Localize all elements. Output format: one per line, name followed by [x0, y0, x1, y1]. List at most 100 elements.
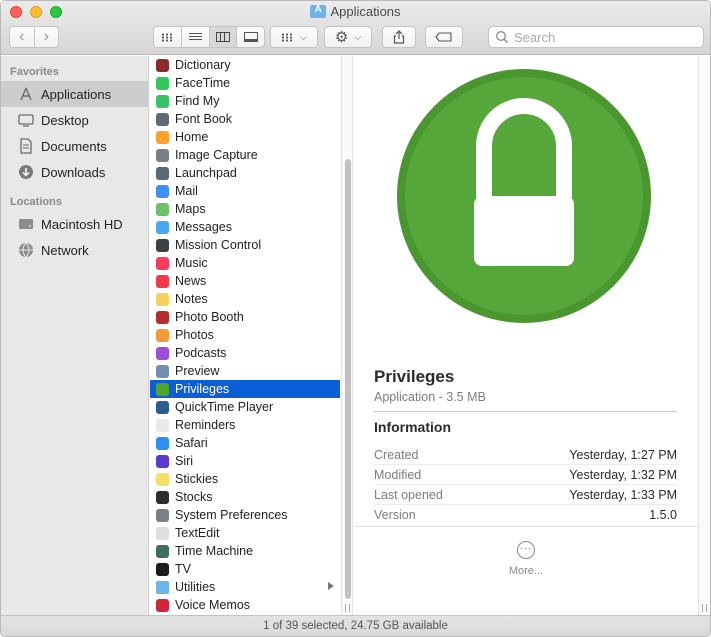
sidebar-item-documents[interactable]: Documents	[1, 133, 148, 159]
maps-app-icon	[156, 202, 169, 216]
status-bar: 1 of 39 selected, 24.75 GB available	[1, 615, 710, 636]
file-row-reminders[interactable]: Reminders	[150, 416, 340, 434]
back-button[interactable]: ‹	[10, 27, 34, 47]
icon-view-icon	[161, 32, 174, 42]
sidebar-item-downloads[interactable]: Downloads	[1, 159, 148, 185]
file-row-utilities[interactable]: Utilities	[150, 578, 340, 596]
sidebar-item-applications[interactable]: Applications	[1, 81, 148, 107]
sidebar-item-macintosh-hd[interactable]: Macintosh HD	[1, 211, 148, 237]
share-button[interactable]	[382, 26, 416, 48]
textedit-app-icon	[156, 526, 169, 540]
news-app-icon	[156, 274, 169, 288]
file-row-preview[interactable]: Preview	[150, 362, 340, 380]
sidebar-item-desktop[interactable]: Desktop	[1, 107, 148, 133]
file-row-tv[interactable]: TV	[150, 560, 340, 578]
column-resize-handle[interactable]	[345, 604, 350, 612]
tags-button[interactable]	[425, 26, 463, 48]
file-row-safari[interactable]: Safari	[150, 434, 340, 452]
messages-app-icon	[156, 220, 169, 234]
voice-memos-app-icon	[156, 598, 169, 612]
podcasts-app-icon	[156, 346, 169, 360]
system-preferences-app-icon	[156, 508, 169, 522]
file-row-mission-control[interactable]: Mission Control	[150, 236, 340, 254]
documents-icon	[17, 138, 35, 154]
share-icon	[393, 30, 405, 44]
icon-view-button[interactable]	[154, 27, 182, 47]
file-row-dictionary[interactable]: Dictionary	[150, 56, 340, 74]
tv-app-icon	[156, 562, 169, 576]
utilities-app-icon	[156, 580, 169, 594]
file-row-siri[interactable]: Siri	[150, 452, 340, 470]
preview-resize-handle[interactable]	[702, 604, 707, 612]
preview-divider	[374, 411, 677, 412]
more-button[interactable]: ··· More...	[354, 541, 698, 577]
info-row-version: Version 1.5.0	[374, 508, 677, 522]
chevron-down-icon: ⌵	[354, 31, 362, 42]
file-list: Dictionary FaceTime Find My Font Book Home Im…	[150, 56, 340, 614]
mail-app-icon	[156, 184, 169, 198]
info-row-modified: Modified Yesterday, 1:32 PM	[374, 465, 677, 485]
privileges-app-icon	[156, 382, 169, 396]
notes-app-icon	[156, 292, 169, 306]
gear-icon: ⚙	[334, 29, 349, 46]
file-row-find-my[interactable]: Find My	[150, 92, 340, 110]
file-row-system-preferences[interactable]: System Preferences	[150, 506, 340, 524]
preview-app-name: Privileges	[374, 367, 455, 386]
sidebar-item-network[interactable]: Network	[1, 237, 148, 263]
file-row-notes[interactable]: Notes	[150, 290, 340, 308]
file-row-textedit[interactable]: TextEdit	[150, 524, 340, 542]
file-row-photo-booth[interactable]: Photo Booth	[150, 308, 340, 326]
group-by-button[interactable]: ⌵	[270, 26, 318, 48]
file-row-time-machine[interactable]: Time Machine	[150, 542, 340, 560]
search-input[interactable]	[514, 29, 684, 45]
action-menu-button[interactable]: ⚙ ⌵	[324, 26, 372, 48]
file-row-photos[interactable]: Photos	[150, 326, 340, 344]
toolbar: Applications ‹ › ⌵ ⚙ ⌵	[1, 1, 710, 55]
file-row-stocks[interactable]: Stocks	[150, 488, 340, 506]
file-row-font-book[interactable]: Font Book	[150, 110, 340, 128]
dictionary-app-icon	[156, 58, 169, 72]
file-row-launchpad[interactable]: Launchpad	[150, 164, 340, 182]
file-row-music[interactable]: Music	[150, 254, 340, 272]
column-scroll-thumb[interactable]	[345, 159, 351, 599]
applications-icon	[17, 86, 35, 102]
photos-app-icon	[156, 328, 169, 342]
favorites-header: Favorites	[10, 66, 59, 78]
file-row-maps[interactable]: Maps	[150, 200, 340, 218]
file-row-news[interactable]: News	[150, 272, 340, 290]
time-machine-app-icon	[156, 544, 169, 558]
gallery-view-button[interactable]	[237, 27, 264, 47]
applications-column: Dictionary FaceTime Find My Font Book Home Im…	[150, 56, 340, 615]
mission-control-app-icon	[156, 238, 169, 252]
file-row-quicktime-player[interactable]: QuickTime Player	[150, 398, 340, 416]
forward-button[interactable]: ›	[35, 27, 59, 47]
disclosure-triangle-icon	[328, 582, 334, 590]
file-row-voice-memos[interactable]: Voice Memos	[150, 596, 340, 614]
preview-scrollbar[interactable]	[698, 56, 710, 615]
info-row-last-opened: Last opened Yesterday, 1:33 PM	[374, 485, 677, 505]
file-row-mail[interactable]: Mail	[150, 182, 340, 200]
list-view-button[interactable]	[182, 27, 210, 47]
stickies-app-icon	[156, 472, 169, 486]
file-row-image-capture[interactable]: Image Capture	[150, 146, 340, 164]
tag-icon	[435, 32, 452, 42]
music-app-icon	[156, 256, 169, 270]
file-row-home[interactable]: Home	[150, 128, 340, 146]
image-capture-app-icon	[156, 148, 169, 162]
search-icon	[496, 31, 508, 43]
column-view-button[interactable]	[209, 27, 238, 47]
file-row-stickies[interactable]: Stickies	[150, 470, 340, 488]
applications-folder-icon	[310, 4, 327, 18]
file-row-facetime[interactable]: FaceTime	[150, 74, 340, 92]
search-field[interactable]	[488, 26, 704, 48]
stocks-app-icon	[156, 490, 169, 504]
window-title: Applications	[1, 4, 710, 19]
view-mode-group	[153, 26, 265, 48]
file-row-podcasts[interactable]: Podcasts	[150, 344, 340, 362]
sidebar: Favorites Applications Desktop Documents…	[1, 56, 149, 615]
file-row-messages[interactable]: Messages	[150, 218, 340, 236]
file-row-privileges[interactable]: Privileges	[150, 380, 340, 398]
preview-divider	[354, 526, 698, 527]
column-scrollbar[interactable]	[341, 56, 353, 615]
gallery-view-icon	[243, 32, 258, 42]
